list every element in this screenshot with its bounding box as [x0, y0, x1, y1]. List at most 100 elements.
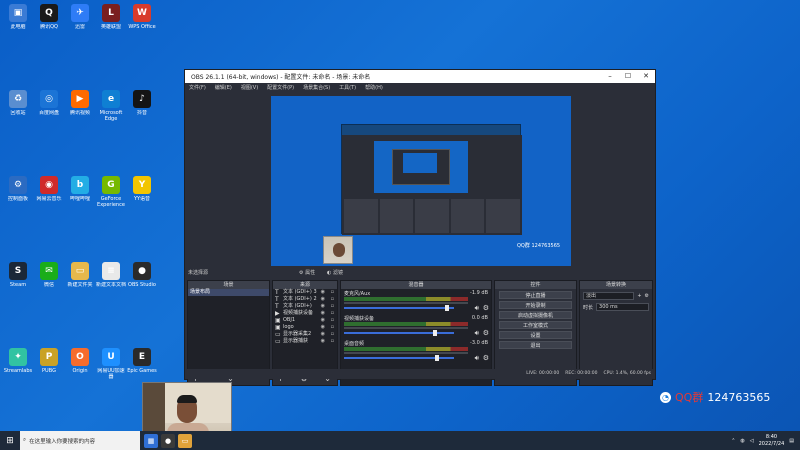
- lock-icon[interactable]: ▫: [331, 324, 334, 331]
- source-item[interactable]: ▭ 显示器采集2 ◉ ▫: [273, 331, 337, 338]
- menu-item[interactable]: 编辑(E): [215, 83, 232, 93]
- visibility-eye-icon[interactable]: ◉: [321, 310, 325, 317]
- menu-item[interactable]: 配置文件(P): [267, 83, 294, 93]
- scene-item[interactable]: 场景布局: [188, 289, 269, 296]
- channel-db: -1.9 dB: [470, 290, 488, 296]
- desktop-icon[interactable]: Y YY语音: [126, 176, 158, 208]
- lock-icon[interactable]: ▫: [331, 296, 334, 303]
- desktop-icon[interactable]: ▶ 腾讯视频: [64, 90, 96, 122]
- lock-icon[interactable]: ▫: [331, 310, 334, 317]
- network-icon[interactable]: ◍: [740, 438, 744, 444]
- source-item[interactable]: T 文本 (GDI+) 2 ◉ ▫: [273, 296, 337, 303]
- task-view-icon[interactable]: ▦: [144, 433, 158, 448]
- properties-button[interactable]: ⚙ 属性: [299, 269, 315, 278]
- transition-settings-icon[interactable]: ⚙: [645, 293, 649, 299]
- source-item[interactable]: T 文本 (GDI+) ◉ ▫: [273, 303, 337, 310]
- taskbar-clock[interactable]: 8:40 2022/7/24: [759, 434, 785, 448]
- lock-icon[interactable]: ▫: [331, 338, 334, 345]
- desktop-icon[interactable]: E Epic Games: [126, 348, 158, 380]
- visibility-eye-icon[interactable]: ◉: [321, 338, 325, 345]
- close-icon[interactable]: ✕: [637, 70, 655, 83]
- menu-item[interactable]: 场景集合(S): [303, 83, 330, 93]
- filters-button[interactable]: ◐ 滤镜: [327, 269, 343, 278]
- control-button[interactable]: 退出: [499, 341, 572, 349]
- desktop-icon[interactable]: L 英雄联盟: [95, 4, 127, 36]
- visibility-eye-icon[interactable]: ◉: [321, 317, 325, 324]
- mixer-channel: 桌面音频 -3.0 dB 🔊︎ ⚙: [341, 339, 491, 364]
- desktop-icon[interactable]: ♻ 回收站: [2, 90, 34, 122]
- speaker-icon[interactable]: 🔊︎: [475, 354, 479, 363]
- preview-qq-text: QQ群 124763565: [517, 243, 561, 249]
- desktop-icon[interactable]: ♪ 抖音: [126, 90, 158, 122]
- maximize-icon[interactable]: ☐: [619, 70, 637, 83]
- obs-taskbar-icon[interactable]: ●: [161, 433, 175, 448]
- speaker-icon[interactable]: 🔊︎: [475, 304, 479, 313]
- control-button[interactable]: 停止直播: [499, 291, 572, 299]
- visibility-eye-icon[interactable]: ◉: [321, 331, 325, 338]
- minimize-icon[interactable]: –: [601, 70, 619, 83]
- visibility-eye-icon[interactable]: ◉: [321, 296, 325, 303]
- source-item[interactable]: T 文本 (GDI+) 3 ◉ ▫: [273, 289, 337, 296]
- control-button[interactable]: 工作室模式: [499, 321, 572, 329]
- speaker-icon[interactable]: 🔊︎: [475, 329, 479, 338]
- volume-slider[interactable]: [344, 332, 454, 334]
- desktop-icon[interactable]: ✈ 迅雷: [64, 4, 96, 36]
- desktop-icon[interactable]: O Origin: [64, 348, 96, 380]
- transition-type-select[interactable]: 淡出: [583, 292, 635, 300]
- duration-input[interactable]: 300 ms: [596, 303, 649, 311]
- status-bar: LIVE: 00:00:00 REC: 00:00:00 CPU: 1.4%, …: [185, 369, 655, 379]
- app-icon: b: [71, 176, 89, 194]
- gear-icon[interactable]: ⚙: [483, 329, 489, 337]
- volume-icon[interactable]: ◁: [750, 438, 754, 444]
- desktop-icon[interactable]: ◉ 网易云音乐: [33, 176, 65, 208]
- desktop-icon[interactable]: U 网易UU加速器: [95, 348, 127, 380]
- gear-icon[interactable]: ⚙: [483, 354, 489, 362]
- desktop-icon[interactable]: ⚙ 控制面板: [2, 176, 34, 208]
- program-preview[interactable]: QQ群 124763565: [271, 96, 571, 266]
- desktop-icon[interactable]: S Steam: [2, 262, 34, 294]
- taskbar-search[interactable]: ⌕ 在这里输入你要搜索的内容: [20, 431, 140, 450]
- desktop-icon[interactable]: G GeForce Experience: [95, 176, 127, 208]
- notifications-icon[interactable]: ▤: [789, 438, 794, 444]
- file-explorer-icon[interactable]: ▭: [178, 433, 192, 448]
- lock-icon[interactable]: ▫: [331, 317, 334, 324]
- control-button[interactable]: 设置: [499, 331, 572, 339]
- desktop-icon[interactable]: ▣ 此电脑: [2, 4, 34, 36]
- control-button[interactable]: 开始录制: [499, 301, 572, 309]
- desktop-icon[interactable]: e Microsoft Edge: [95, 90, 127, 122]
- lock-icon[interactable]: ▫: [331, 303, 334, 310]
- desktop-icon[interactable]: ◎ 百度网盘: [33, 90, 65, 122]
- desktop-icon[interactable]: ✉ 微信: [33, 262, 65, 294]
- lock-icon[interactable]: ▫: [331, 289, 334, 296]
- gear-icon[interactable]: ⚙: [483, 304, 489, 312]
- control-button[interactable]: 启动虚拟摄像机: [499, 311, 572, 319]
- visibility-eye-icon[interactable]: ◉: [321, 303, 325, 310]
- desktop-icon-label: 百度网盘: [38, 110, 59, 116]
- desktop-icon[interactable]: P PUBG: [33, 348, 65, 380]
- desktop-icon[interactable]: Q 腾讯QQ: [33, 4, 65, 36]
- desktop-icon[interactable]: ≡ 新建文本文档: [95, 262, 127, 294]
- menu-item[interactable]: 视图(V): [241, 83, 258, 93]
- desktop-icon[interactable]: b 哔哩哔哩: [64, 176, 96, 208]
- windows-start-icon[interactable]: ⊞: [0, 431, 20, 450]
- add-transition-icon[interactable]: +: [637, 293, 641, 299]
- menu-item[interactable]: 帮助(H): [365, 83, 383, 93]
- tray-chevron-icon[interactable]: ⌃: [731, 438, 735, 444]
- desktop-icon[interactable]: ▭ 新建文件夹: [64, 262, 96, 294]
- desktop-icon[interactable]: W WPS Office: [126, 4, 158, 36]
- source-item[interactable]: ▣ logo ◉ ▫: [273, 324, 337, 331]
- desktop-icon[interactable]: ✦ Streamlabs: [2, 348, 34, 380]
- volume-slider-handle[interactable]: [435, 355, 439, 361]
- menu-item[interactable]: 文件(F): [189, 83, 206, 93]
- menu-item[interactable]: 工具(T): [339, 83, 356, 93]
- source-item[interactable]: ▣ OBJ1 ◉ ▫: [273, 317, 337, 324]
- visibility-eye-icon[interactable]: ◉: [321, 324, 325, 331]
- volume-slider[interactable]: [344, 307, 454, 309]
- lock-icon[interactable]: ▫: [331, 331, 334, 338]
- source-item[interactable]: ▭ 显示器捕获 ◉ ▫: [273, 338, 337, 345]
- volume-slider-handle[interactable]: [433, 330, 437, 336]
- visibility-eye-icon[interactable]: ◉: [321, 289, 325, 296]
- volume-slider-handle[interactable]: [445, 305, 449, 311]
- desktop-icon[interactable]: ● OBS Studio: [126, 262, 158, 294]
- source-item[interactable]: ▶ 视频捕获设备 ◉ ▫: [273, 310, 337, 317]
